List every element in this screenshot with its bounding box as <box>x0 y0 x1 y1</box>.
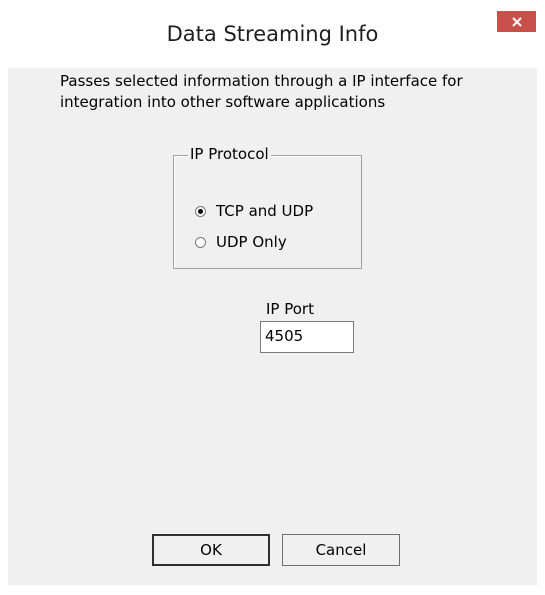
dialog-client-area: Passes selected information through a IP… <box>8 68 537 585</box>
dialog-window: Data Streaming Info Passes selected info… <box>0 0 545 595</box>
radio-tcp-and-udp[interactable]: TCP and UDP <box>195 202 313 220</box>
radio-button-checked-icon[interactable] <box>195 205 206 217</box>
radio-label-tcp-and-udp: TCP and UDP <box>216 202 314 220</box>
description-text: Passes selected information through a IP… <box>60 72 463 111</box>
ok-button[interactable]: OK <box>152 534 270 566</box>
close-button[interactable] <box>497 11 536 32</box>
cancel-button[interactable]: Cancel <box>282 534 400 566</box>
radio-label-udp-only: UDP Only <box>216 233 287 251</box>
window-title: Data Streaming Info <box>166 22 379 46</box>
radio-button-unchecked-icon[interactable] <box>195 236 206 248</box>
title-bar[interactable]: Data Streaming Info <box>0 0 545 68</box>
radio-udp-only[interactable]: UDP Only <box>195 233 287 251</box>
ip-port-label: IP Port <box>266 300 314 318</box>
close-icon <box>511 16 522 27</box>
ip-protocol-legend: IP Protocol <box>188 145 271 163</box>
ip-port-input[interactable]: 4505 <box>260 321 354 353</box>
